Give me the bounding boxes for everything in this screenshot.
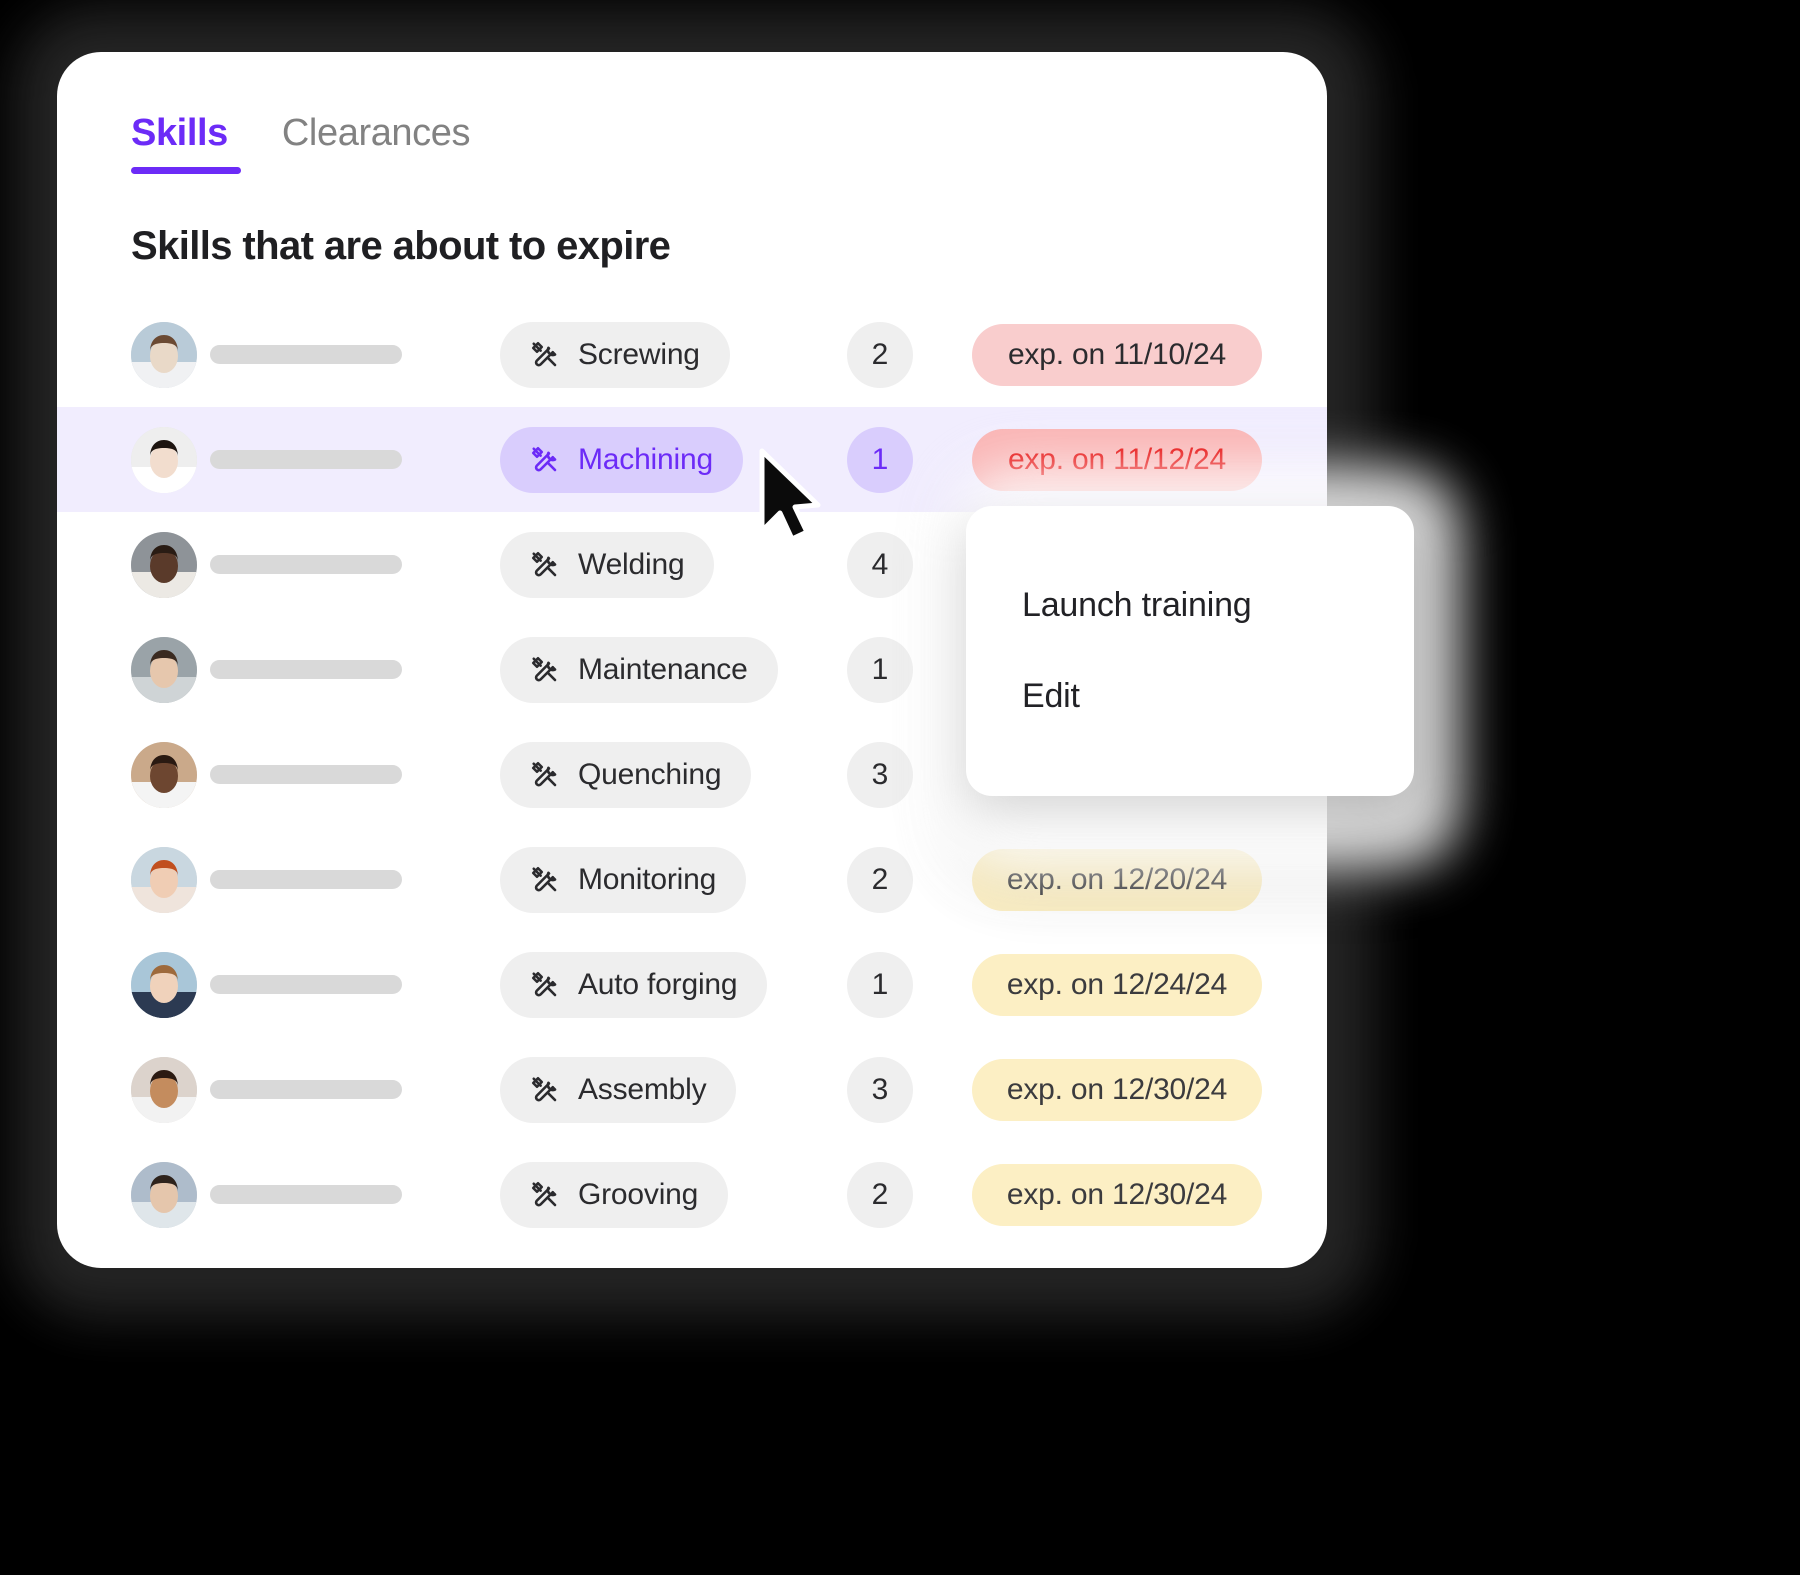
avatar [131, 321, 197, 388]
status-badge: exp. on 12/30/24 [972, 1163, 1262, 1226]
avatar [131, 846, 197, 913]
skill-pill[interactable]: Quenching [500, 741, 752, 808]
screenshot-stage: Skills Clearances Skills that are about … [0, 0, 1800, 1575]
context-menu: Launch training Edit [966, 506, 1414, 796]
avatar [131, 1161, 197, 1228]
table-row[interactable]: Auto forging 1 exp. on 12/24/24 [57, 932, 1327, 1037]
skill-pill[interactable]: Assembly [500, 1056, 737, 1123]
skill-pill[interactable]: Maintenance [500, 636, 778, 703]
menu-item-launch-training[interactable]: Launch training [1022, 586, 1358, 625]
tab-clearances-label: Clearances [281, 112, 471, 154]
skill-pill[interactable]: Machining [500, 426, 743, 493]
skill-label: Grooving [578, 1177, 699, 1211]
employee-name-placeholder [210, 345, 402, 364]
tools-icon [530, 1180, 560, 1210]
avatar [131, 741, 197, 808]
tab-skills-label: Skills [131, 112, 228, 154]
skill-pill[interactable]: Welding [500, 531, 715, 598]
employee-name-placeholder [210, 975, 402, 994]
tools-icon [530, 550, 560, 580]
employee-name-placeholder [210, 1080, 402, 1099]
status-badge: exp. on 12/24/24 [972, 953, 1262, 1016]
avatar [131, 951, 197, 1018]
skill-count-badge: 2 [847, 321, 913, 388]
page-title: Skills that are about to expire [131, 224, 671, 268]
tools-icon [530, 655, 560, 685]
avatar [131, 426, 197, 493]
mouse-pointer-icon [756, 447, 826, 542]
tools-icon [530, 970, 560, 1000]
skill-label: Machining [578, 442, 713, 476]
skill-label: Auto forging [578, 967, 738, 1001]
skill-count-badge: 3 [847, 741, 913, 808]
skill-label: Screwing [578, 337, 700, 371]
skill-count-badge: 1 [847, 426, 913, 493]
employee-name-placeholder [210, 1185, 402, 1204]
avatar [131, 1056, 197, 1123]
tab-bar: Skills Clearances [131, 112, 471, 174]
tools-icon [530, 1075, 560, 1105]
tools-icon [530, 445, 560, 475]
skill-count-badge: 2 [847, 846, 913, 913]
skill-pill[interactable]: Screwing [500, 321, 730, 388]
status-badge: exp. on 12/30/24 [972, 1058, 1262, 1121]
tools-icon [530, 760, 560, 790]
skill-label: Maintenance [578, 652, 748, 686]
skill-label: Assembly [578, 1072, 707, 1106]
table-row[interactable]: Grooving 2 exp. on 12/30/24 [57, 1142, 1327, 1247]
avatar [131, 531, 197, 598]
employee-name-placeholder [210, 870, 402, 889]
skill-pill[interactable]: Grooving [500, 1161, 729, 1228]
tab-clearances[interactable]: Clearances [281, 112, 471, 174]
tools-icon [530, 340, 560, 370]
employee-name-placeholder [210, 660, 402, 679]
skill-count-badge: 3 [847, 1056, 913, 1123]
tools-icon [530, 865, 560, 895]
skill-label: Monitoring [578, 862, 717, 896]
skill-label: Welding [578, 547, 685, 581]
skill-count-badge: 1 [847, 951, 913, 1018]
skill-label: Quenching [578, 757, 722, 791]
skill-pill[interactable]: Auto forging [500, 951, 768, 1018]
skill-count-badge: 1 [847, 636, 913, 703]
skill-count-badge: 2 [847, 1161, 913, 1228]
skill-pill[interactable]: Monitoring [500, 846, 747, 913]
skill-count-badge: 4 [847, 531, 913, 598]
table-row[interactable]: Assembly 3 exp. on 12/30/24 [57, 1037, 1327, 1142]
tab-skills[interactable]: Skills [131, 112, 241, 174]
status-badge: exp. on 11/10/24 [972, 323, 1262, 386]
avatar [131, 636, 197, 703]
menu-item-edit[interactable]: Edit [1022, 677, 1358, 716]
employee-name-placeholder [210, 450, 402, 469]
employee-name-placeholder [210, 765, 402, 784]
employee-name-placeholder [210, 555, 402, 574]
table-row[interactable]: Screwing 2 exp. on 11/10/24 [57, 302, 1327, 407]
